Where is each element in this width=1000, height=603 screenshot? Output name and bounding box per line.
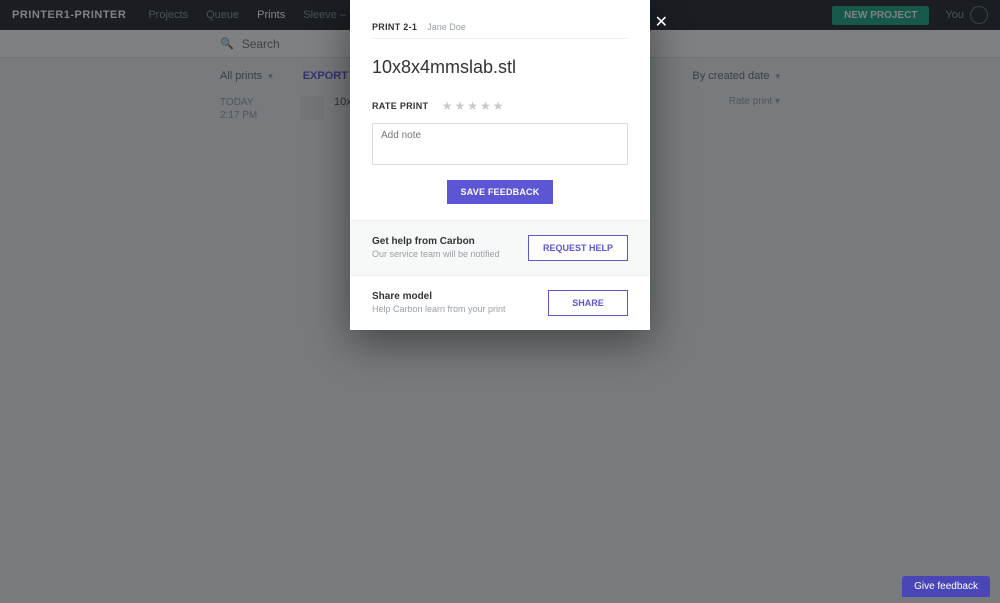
help-subtitle: Our service team will be notified — [372, 249, 500, 259]
close-icon[interactable]: ✕ — [655, 12, 668, 32]
help-title: Get help from Carbon — [372, 236, 500, 247]
print-author: Jane Doe — [427, 22, 466, 32]
give-feedback-button[interactable]: Give feedback — [902, 576, 990, 597]
star-icon[interactable]: ★ — [467, 99, 478, 113]
share-button[interactable]: SHARE — [548, 290, 628, 316]
share-title: Share model — [372, 291, 506, 302]
star-rating: ★ ★ ★ ★ ★ — [442, 99, 504, 113]
share-section: Share model Help Carbon learn from your … — [350, 275, 650, 330]
star-icon[interactable]: ★ — [493, 99, 504, 113]
modal-overlay[interactable]: ✕ PRINT 2-1 Jane Doe 10x8x4mmslab.stl RA… — [0, 0, 1000, 603]
print-id: PRINT 2-1 — [372, 22, 417, 32]
print-title: 10x8x4mmslab.stl — [372, 57, 628, 78]
help-section: Get help from Carbon Our service team wi… — [350, 220, 650, 275]
star-icon[interactable]: ★ — [442, 99, 453, 113]
print-feedback-modal: ✕ PRINT 2-1 Jane Doe 10x8x4mmslab.stl RA… — [350, 0, 650, 330]
rate-print-label: RATE PRINT — [372, 101, 428, 111]
star-icon[interactable]: ★ — [454, 99, 465, 113]
note-textarea[interactable] — [372, 123, 628, 165]
share-subtitle: Help Carbon learn from your print — [372, 304, 506, 314]
save-feedback-button[interactable]: SAVE FEEDBACK — [447, 180, 554, 204]
request-help-button[interactable]: REQUEST HELP — [528, 235, 628, 261]
star-icon[interactable]: ★ — [480, 99, 491, 113]
